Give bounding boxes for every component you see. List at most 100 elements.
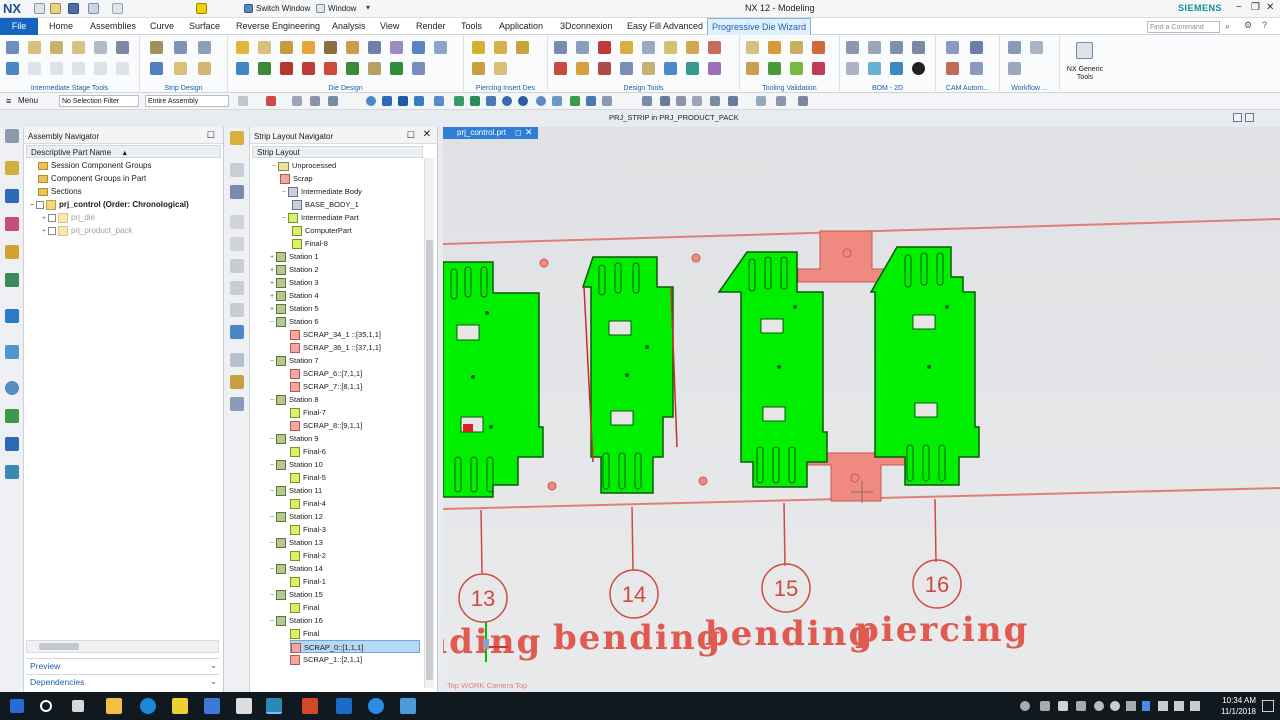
play-icon[interactable] <box>230 259 244 273</box>
snap-icon[interactable] <box>710 96 720 106</box>
die-design-icon[interactable] <box>412 41 425 54</box>
tab-curve[interactable]: Curve <box>150 21 174 31</box>
collapse-icon[interactable]: − <box>268 589 276 602</box>
bom-icon[interactable] <box>890 62 903 75</box>
display-icon[interactable] <box>1126 701 1136 711</box>
tab-analysis[interactable]: Analysis <box>332 21 366 31</box>
cam-icon[interactable] <box>946 62 959 75</box>
selection-filter-dropdown[interactable]: No Selection Filter <box>59 95 139 107</box>
strip-design-icon[interactable] <box>150 62 163 75</box>
collapse-icon[interactable]: − <box>280 186 288 199</box>
constraint-navigator-icon[interactable] <box>5 189 19 203</box>
collapse-icon[interactable]: − <box>268 433 276 446</box>
tree-row[interactable]: Final-7 <box>290 406 462 419</box>
scope-dropdown[interactable]: Entire Assembly <box>145 95 229 107</box>
die-design-icon[interactable] <box>324 41 337 54</box>
tree-row[interactable]: SCRAP_8::[9,1,1] <box>290 419 462 432</box>
strip-tool-icon[interactable] <box>230 353 244 367</box>
menu-icon[interactable]: ≡ <box>6 96 11 106</box>
tree-row[interactable]: Final-1 <box>290 575 462 588</box>
network-icon[interactable] <box>1158 701 1168 711</box>
maximize-icon[interactable]: ☐ <box>207 130 215 141</box>
die-design-icon[interactable] <box>236 41 249 54</box>
strip-tool-icon[interactable] <box>230 397 244 411</box>
dependencies-section[interactable]: Dependencies ⌄ <box>26 674 219 688</box>
help-icon[interactable]: ? <box>1262 20 1267 30</box>
snap-icon[interactable] <box>292 96 302 106</box>
assembly-navigator-icon[interactable] <box>5 161 19 175</box>
strip-design-icon[interactable] <box>198 62 211 75</box>
validation-icon[interactable] <box>790 62 803 75</box>
stage-tool-icon[interactable] <box>94 41 107 54</box>
tree-row[interactable]: Final <box>290 601 462 614</box>
design-tool-icon[interactable] <box>642 62 655 75</box>
tree-row-station[interactable]: + Station 4 <box>268 289 440 302</box>
tree-row[interactable]: SCRAP_6::[7,1,1] <box>290 367 462 380</box>
validation-icon[interactable] <box>746 62 759 75</box>
bom-icon[interactable] <box>890 41 903 54</box>
window-menu-button[interactable]: Window <box>328 4 356 13</box>
chevron-down-icon[interactable]: ⌄ <box>210 676 217 687</box>
tree-row[interactable]: BASE_BODY_1 <box>292 198 464 211</box>
tray-icon[interactable] <box>1094 701 1104 711</box>
tree-row-selected[interactable]: SCRAP_0::[1,1,1] <box>290 640 420 654</box>
tree-row[interactable]: Final-3 <box>290 523 462 536</box>
clock[interactable]: 10:34 AM 11/1/2018 <box>1221 695 1256 717</box>
snap-icon[interactable] <box>414 96 424 106</box>
tree-row[interactable]: SCRAP_7::[8,1,1] <box>290 380 462 393</box>
stage-tool-icon[interactable] <box>94 62 107 75</box>
sort-ascending-icon[interactable]: ▲ <box>121 150 128 157</box>
snap-icon[interactable] <box>382 96 392 106</box>
collapse-icon[interactable]: − <box>268 485 276 498</box>
stage-tool-icon[interactable] <box>72 41 85 54</box>
strip-design-icon[interactable] <box>150 41 163 54</box>
snap-icon[interactable] <box>586 96 596 106</box>
strip-tool-icon[interactable] <box>230 325 244 339</box>
die-design-icon[interactable] <box>390 41 403 54</box>
strip-design-icon[interactable] <box>174 41 187 54</box>
vertical-scrollbar[interactable] <box>424 158 434 688</box>
design-tool-icon[interactable] <box>620 62 633 75</box>
collapse-icon[interactable]: − <box>280 212 288 225</box>
mold-navigator-icon[interactable] <box>5 465 19 479</box>
tree-row[interactable]: Sections <box>38 185 82 198</box>
design-tool-icon[interactable] <box>708 41 721 54</box>
collapse-icon[interactable]: − <box>268 394 276 407</box>
die-design-icon[interactable] <box>258 41 271 54</box>
tree-row[interactable]: + prj_product_pack <box>40 224 132 237</box>
collapse-icon[interactable]: − <box>268 316 276 329</box>
reuse-library-icon[interactable] <box>5 245 19 259</box>
tree-row[interactable]: SCRAP_36_1 ::[37,1,1] <box>290 341 462 354</box>
tree-row-station[interactable]: + Station 3 <box>268 276 440 289</box>
people-icon[interactable] <box>1020 701 1030 711</box>
tree-row-root[interactable]: − prj_control (Order: Chronological) <box>28 198 189 211</box>
bom-icon[interactable] <box>912 62 925 75</box>
die-design-icon[interactable] <box>390 62 403 75</box>
design-tool-icon[interactable] <box>576 62 589 75</box>
web-browser-icon[interactable] <box>5 309 19 323</box>
minimize-icon[interactable]: − <box>1236 2 1242 13</box>
die-design-icon[interactable] <box>258 62 271 75</box>
tree-row-station[interactable]: − Station 6 <box>268 315 440 328</box>
validation-icon[interactable] <box>790 41 803 54</box>
monitor-icon[interactable] <box>204 698 220 714</box>
tab-3dconnexion[interactable]: 3Dconnexion <box>560 21 613 31</box>
snap-icon[interactable] <box>366 96 376 106</box>
snap-icon[interactable] <box>660 96 670 106</box>
stage-tool-icon[interactable] <box>116 62 129 75</box>
nx-generic-tools-icon[interactable] <box>1076 42 1093 59</box>
design-tool-icon[interactable] <box>686 41 699 54</box>
tab-easy-fill-advanced[interactable]: Easy Fill Advanced <box>627 21 703 31</box>
snap-icon[interactable] <box>776 96 786 106</box>
view-icon[interactable] <box>1233 113 1242 122</box>
design-tool-icon[interactable] <box>686 62 699 75</box>
snap-icon[interactable] <box>728 96 738 106</box>
tab-surface[interactable]: Surface <box>189 21 220 31</box>
workflow-icon[interactable] <box>1008 62 1021 75</box>
nx-generic-tools-label[interactable]: NX Generic Tools <box>1060 66 1110 82</box>
validation-icon[interactable] <box>812 62 825 75</box>
new-file-icon[interactable] <box>34 3 45 14</box>
checkbox-icon[interactable] <box>48 213 56 222</box>
search-icon[interactable]: ⌕ <box>1225 21 1230 32</box>
switch-window-icon[interactable] <box>244 4 253 13</box>
